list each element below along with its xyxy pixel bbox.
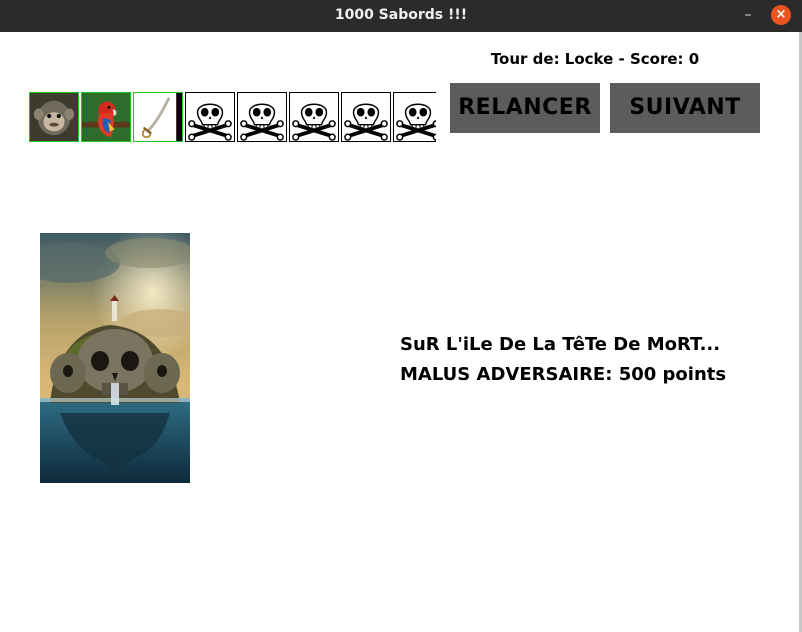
window-title: 1000 Sabords !!! [334,7,468,23]
die-3[interactable] [133,92,183,142]
skull-icon [394,93,436,141]
suivant-button[interactable]: SUIVANT [610,83,760,133]
card-title: SuR L'iLe De La TêTe De MoRT... [400,334,721,355]
card-malus: MALUS ADVERSAIRE: 500 points [400,364,727,385]
minimize-icon[interactable]: – [740,4,756,26]
die-8[interactable] [393,92,436,142]
die-1[interactable] [29,92,79,142]
skull-icon [186,93,234,141]
skull-island-card-image [40,233,190,483]
skull-icon [290,93,338,141]
relancer-button[interactable]: RELANCER [450,83,600,133]
turn-score-label: Tour de: Locke - Score: 0 [490,50,700,68]
monkey-icon [30,93,78,141]
die-2[interactable] [81,92,131,142]
dice-row [29,92,436,144]
close-icon[interactable]: × [771,5,791,25]
skull-icon [342,93,390,141]
skull-icon [238,93,286,141]
die-6[interactable] [289,92,339,142]
die-7[interactable] [341,92,391,142]
saber-icon [134,93,182,141]
card-description: SuR L'iLe De La TêTe De MoRT... MALUS AD… [400,330,790,390]
parrot-icon [82,93,130,141]
die-5[interactable] [237,92,287,142]
window-titlebar: 1000 Sabords !!! – × [0,0,802,32]
die-4[interactable] [185,92,235,142]
